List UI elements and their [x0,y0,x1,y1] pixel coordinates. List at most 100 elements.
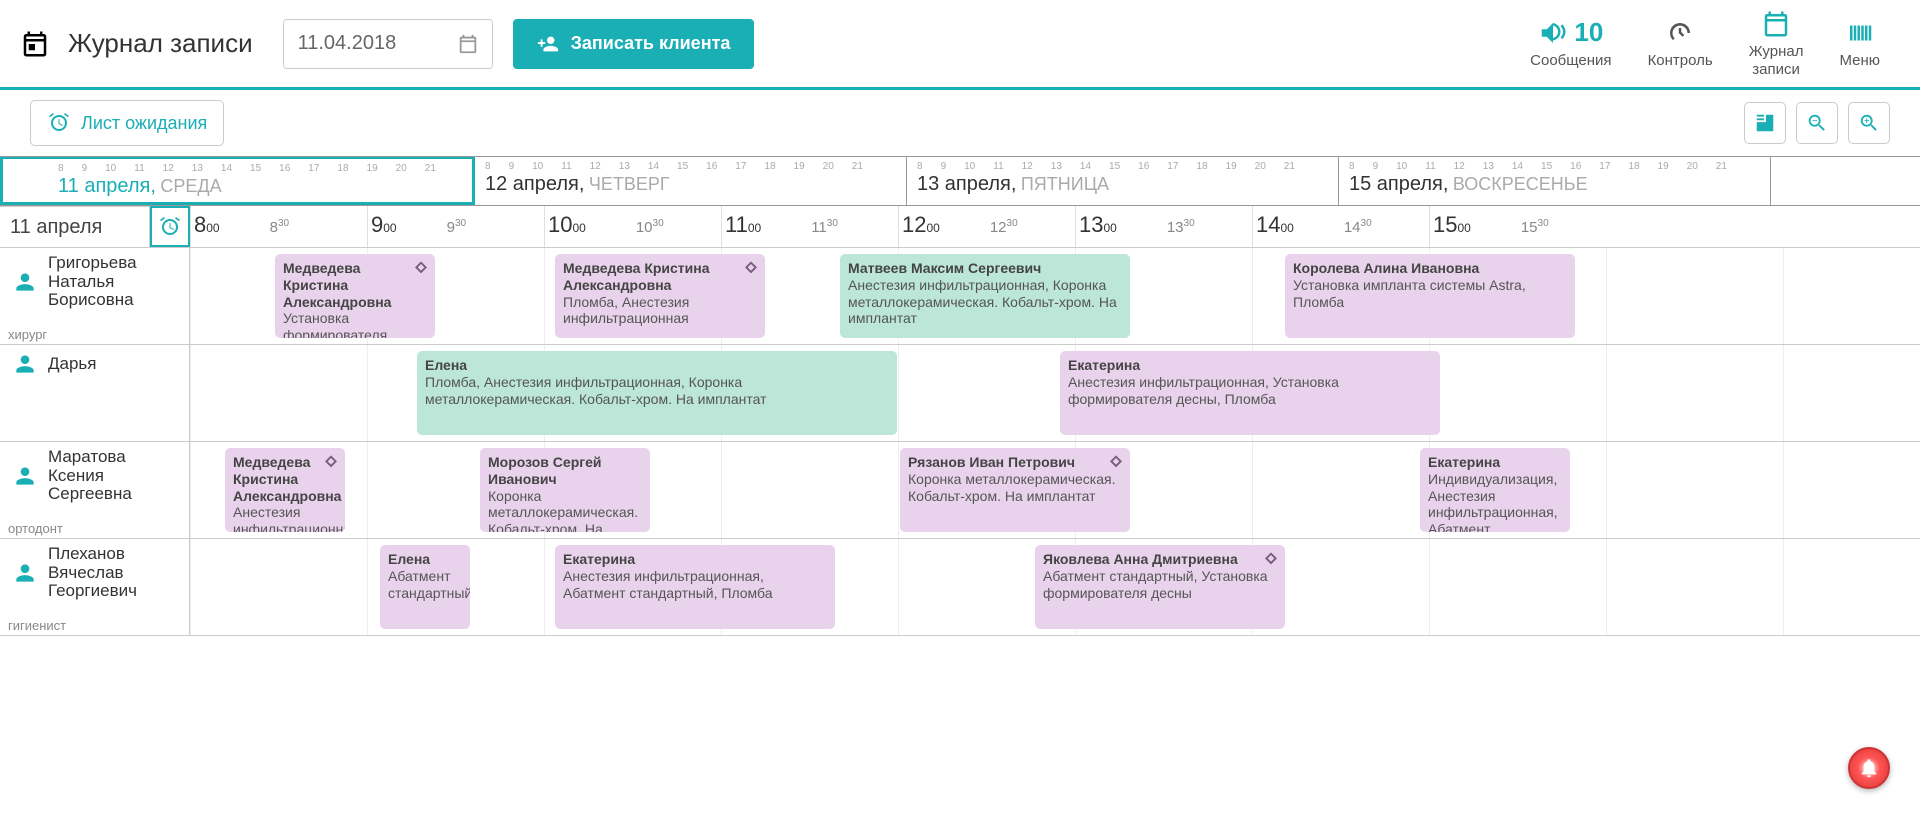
day-mini-hours: 89101112131415161718192021 [485,161,896,172]
tag-icon [323,454,339,470]
date-input-wrap [283,19,493,69]
control-label: Контроль [1648,52,1713,69]
appointment[interactable]: Королева Алина ИвановнаУстановка имплант… [1285,254,1575,338]
header: Журнал записи Записать клиента 10 Сообще… [0,0,1920,90]
day-cell[interactable]: 8910111213141516171819202112 апреля, ЧЕТ… [475,157,907,205]
appointment-desc: Установка импланта системы Astra, Пломба [1293,277,1567,311]
timeline-date: 11 апреля [0,206,150,247]
schedule-row: Маратова Ксения Сергеевна ортодонт Медведе… [0,442,1920,539]
appointment[interactable]: Яковлева Анна ДмитриевнаАбатмент стандар… [1035,545,1285,629]
person-icon [12,351,38,377]
day-mini-hours: 89101112131415161718192021 [917,161,1328,172]
add-client-label: Записать клиента [571,33,731,54]
timeline-hour: 15001530 [1429,206,1606,247]
appointment-desc: Пломба, Анестезия инфильтрационная [563,294,757,328]
doctor-role: хирург [8,327,47,342]
day-cell[interactable]: 8910111213141516171819202113 апреля, ПЯТ… [907,157,1339,205]
appointment-name: Яковлева Анна Дмитриевна [1043,551,1277,568]
appointment[interactable]: Матвеев Максим СергеевичАнестезия инфиль… [840,254,1130,338]
calendar-nav-icon [1761,9,1791,39]
zoom-in-button[interactable] [1848,102,1890,144]
timeline-hour: 11001130 [721,206,898,247]
day-cell[interactable]: 8910111213141516171819202111 апреля, СРЕ… [0,157,475,205]
appointment[interactable]: ЕкатеринаАнестезия инфильтрационная, Уст… [1060,351,1440,435]
appointment-desc: Индивидуализация, Анестезия инфильтрацио… [1428,471,1562,532]
appointment[interactable]: ЕленаАбатмент стандартный [380,545,470,629]
appointment-name: Елена [425,357,889,374]
waitlist-button[interactable]: Лист ожидания [30,100,224,146]
messages-label: Сообщения [1530,52,1611,69]
day-date: 11 апреля, [58,175,156,197]
row-body[interactable]: ЕленаПломба, Анестезия инфильтрационная,… [190,345,1920,441]
zoom-in-icon [1858,112,1880,134]
toolbar-right [1744,102,1890,144]
appointment[interactable]: Рязанов Иван ПетровичКоронка металлокера… [900,448,1130,532]
calendar-icon [20,29,50,59]
zoom-out-icon [1806,112,1828,134]
journal-label: Журнал записи [1749,43,1804,78]
appointment-name: Елена [388,551,462,568]
calendar-picker-icon[interactable] [457,33,479,55]
doctor-name: Плеханов Вячеслав Георгиевич [48,545,181,601]
day-dow: ПЯТНИЦА [1021,174,1109,194]
doctor-role: гигиенист [8,618,66,633]
tag-icon [413,260,429,276]
doctor-role: ортодонт [8,521,63,536]
timeline-hour: 10001030 [544,206,721,247]
appointment-name: Королева Алина Ивановна [1293,260,1567,277]
doctor-header[interactable]: Плеханов Вячеслав Георгиевич гигиенист [0,539,190,635]
nav-messages[interactable]: 10 Сообщения [1530,17,1611,69]
notification-badge[interactable] [1848,747,1890,789]
appointment-name: Матвеев Максим Сергеевич [848,260,1122,277]
day-date: 13 апреля, [917,173,1016,195]
nav-control[interactable]: Контроль [1648,18,1713,69]
gauge-icon [1665,18,1695,48]
appointment-name: Екатерина [1068,357,1432,374]
person-icon [12,269,38,295]
row-body[interactable]: Медведева Кристина АлександровнаУстановк… [190,248,1920,344]
person-icon [12,463,38,489]
schedule-row: Дарья ЕленаПломба, Анестезия инфильтрацио… [0,345,1920,442]
day-cell[interactable]: 8910111213141516171819202115 апреля, ВОС… [1339,157,1771,205]
appointment[interactable]: ЕкатеринаИндивидуализация, Анестезия инф… [1420,448,1570,532]
person-icon [12,560,38,586]
appointment-desc: Коронка металлокерамическая. Кобальт-хро… [908,471,1122,505]
day-dow: СРЕДА [160,176,221,196]
appointment-name: Екатерина [563,551,827,568]
appointment-desc: Установка формирователя десны [283,310,427,338]
alarm-icon [158,215,182,239]
nav-journal[interactable]: Журнал записи [1749,9,1804,78]
doctor-header[interactable]: Григорьева Наталья Борисовнахирург [0,248,190,344]
timeline-hour: 800830 [190,206,367,247]
row-body[interactable]: Медведева Кристина АлександровнаАнестези… [190,442,1920,538]
appointment[interactable]: Морозов Сергей ИвановичКоронка металлоке… [480,448,650,532]
grid-icon [1754,112,1776,134]
bell-icon [1858,757,1880,779]
view-toggle-button[interactable] [1744,102,1786,144]
toolbar: Лист ожидания [0,90,1920,156]
appointment[interactable]: ЕкатеринаАнестезия инфильтрационная, Аба… [555,545,835,629]
appointment-desc: Анестезия инфильтрационная, Установка фо… [1068,374,1432,408]
menu-bars-icon [1845,18,1875,48]
appointment[interactable]: Медведева Кристина АлександровнаАнестези… [225,448,345,532]
appointment-desc: Абатмент стандартный, Установка формиров… [1043,568,1277,602]
appointment[interactable]: ЕленаПломба, Анестезия инфильтрационная,… [417,351,897,435]
appointment[interactable]: Медведева Кристина АлександровнаУстановк… [275,254,435,338]
day-dow: ВОСКРЕСЕНЬЕ [1453,174,1588,194]
doctor-header[interactable]: Маратова Ксения Сергеевна ортодонт [0,442,190,538]
zoom-out-button[interactable] [1796,102,1838,144]
megaphone-icon [1538,18,1568,48]
add-person-icon [537,33,559,55]
day-date: 15 апреля, [1349,173,1448,195]
add-client-button[interactable]: Записать клиента [513,19,755,69]
doctor-header[interactable]: Дарья [0,345,190,441]
day-dow: ЧЕТВЕРГ [589,174,670,194]
appointment-name: Морозов Сергей Иванович [488,454,642,488]
appointment-name: Медведева Кристина Александровна [283,260,427,310]
appointment[interactable]: Медведева Кристина АлександровнаПломба, … [555,254,765,338]
timeline-alarm[interactable] [150,206,190,247]
doctor-name: Маратова Ксения Сергеевна [48,448,181,504]
nav-menu[interactable]: Меню [1839,18,1880,69]
row-body[interactable]: ЕленаАбатмент стандартный ЕкатеринаАнесте… [190,539,1920,635]
tag-icon [1108,454,1124,470]
